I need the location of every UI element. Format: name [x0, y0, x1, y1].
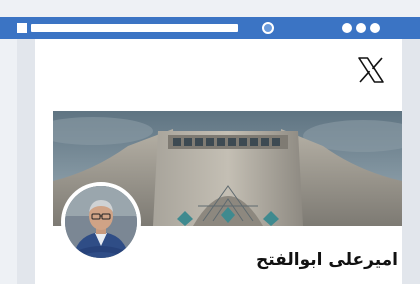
- square-icon[interactable]: [17, 23, 27, 33]
- dot: [370, 23, 380, 33]
- more-dots-icon[interactable]: [342, 23, 380, 33]
- dot: [342, 23, 352, 33]
- browser-chrome-bar: [0, 17, 420, 39]
- avatar-photo: [65, 186, 137, 258]
- circle-icon[interactable]: [262, 22, 274, 34]
- right-margin: [402, 39, 420, 284]
- profile-display-name: امیرعلی ابوالفتح: [255, 250, 398, 270]
- left-margin: [17, 39, 35, 284]
- x-logo-icon[interactable]: [356, 55, 386, 85]
- address-bar[interactable]: [31, 24, 238, 32]
- dot: [356, 23, 366, 33]
- avatar[interactable]: [61, 182, 141, 262]
